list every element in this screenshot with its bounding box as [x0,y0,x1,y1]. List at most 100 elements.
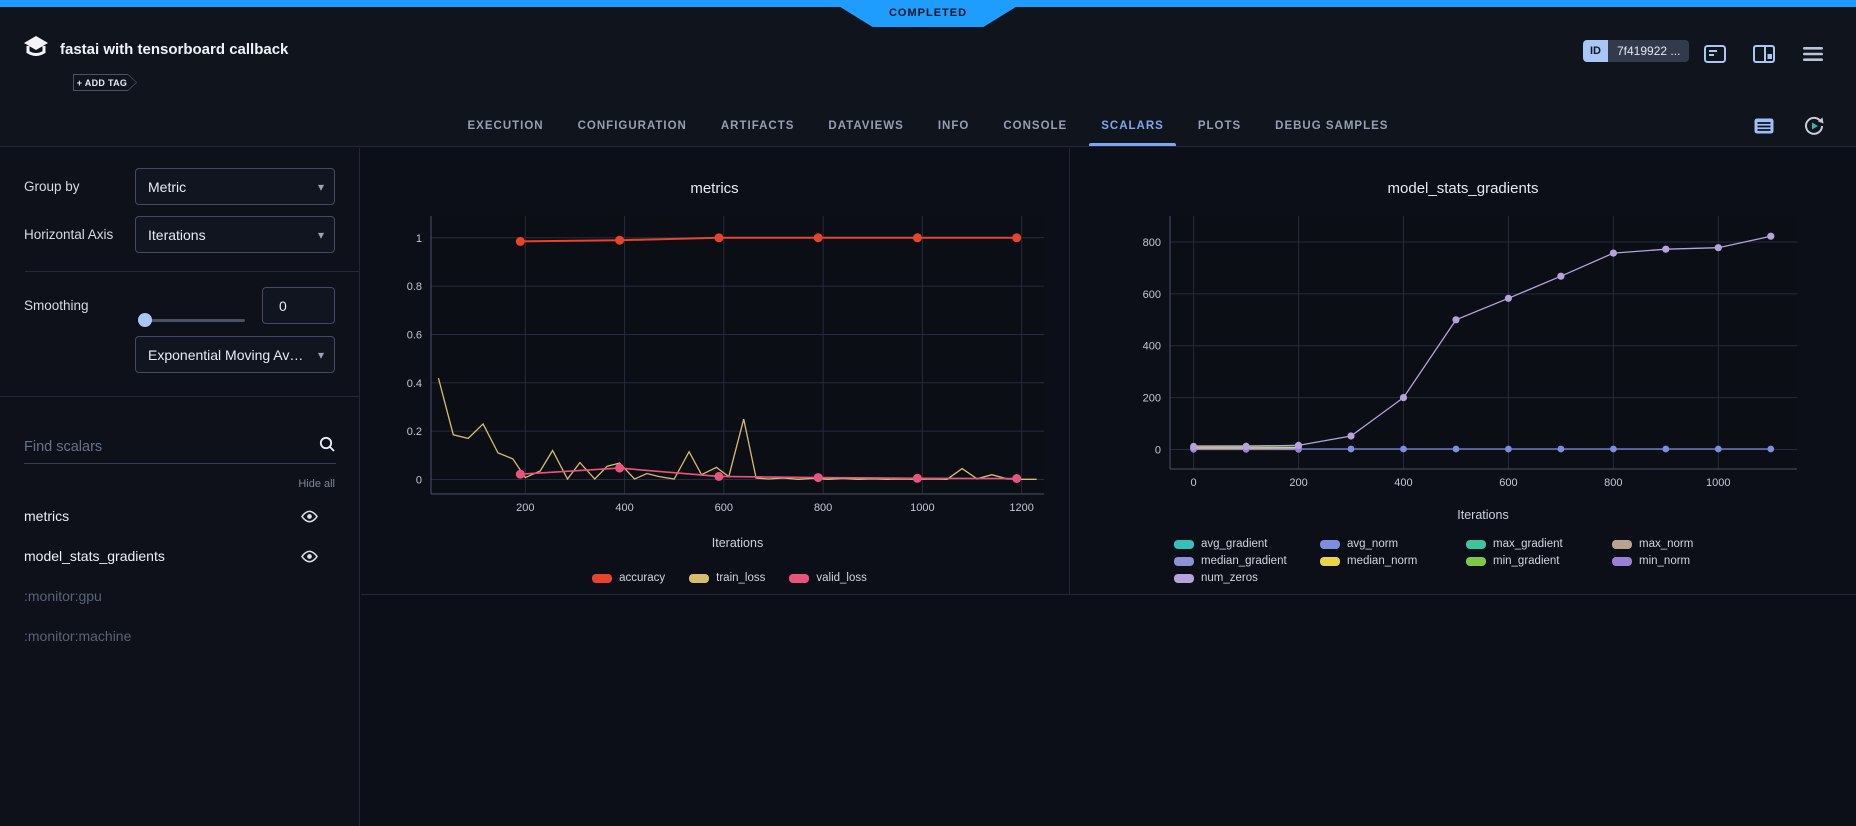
find-scalars-input[interactable] [24,439,318,455]
legend-item-num_zeros[interactable]: num_zeros [1174,572,1320,584]
scalar-row--monitor-machine[interactable]: :monitor:machine [0,616,359,656]
x-axis-label: Iterations [1070,508,1856,522]
chart-card-metrics: metrics 2004006008001000120000.20.40.60.… [361,148,1068,594]
experiment-title: fastai with tensorboard callback [60,41,288,58]
tab-debug-samples[interactable]: DEBUG SAMPLES [1273,106,1390,146]
legend-swatch [1466,540,1486,549]
legend-label: median_gradient [1201,555,1287,567]
legend-swatch [1320,540,1340,549]
slider-thumb[interactable] [138,313,152,327]
legend-swatch [1174,557,1194,566]
smoothing-value-input[interactable] [262,287,335,324]
legend-swatch [789,574,809,583]
tab-artifacts[interactable]: ARTIFACTS [719,106,797,146]
tab-info[interactable]: INFO [936,106,971,146]
x-axis-label: Iterations [361,536,1068,550]
svg-text:600: 600 [1143,289,1161,301]
legend-swatch [1174,574,1194,583]
smoothing-slider[interactable] [138,313,245,327]
svg-text:400: 400 [1143,341,1161,353]
svg-text:0.8: 0.8 [407,281,422,293]
svg-text:0.4: 0.4 [407,378,422,390]
layout-panel-icon[interactable] [1751,43,1777,65]
legend-label: min_norm [1639,555,1690,567]
legend-item-max_norm[interactable]: max_norm [1612,538,1758,550]
svg-text:1200: 1200 [1009,502,1033,514]
svg-text:400: 400 [615,502,633,514]
tab-bar: EXECUTION CONFIGURATION ARTIFACTS DATAVIEWS… [0,106,1856,146]
legend-item-max_gradient[interactable]: max_gradient [1466,538,1612,550]
tab-dataviews[interactable]: DATAVIEWS [826,106,905,146]
legend-label: median_norm [1347,555,1417,567]
legend-label: max_norm [1639,538,1693,550]
svg-text:1000: 1000 [910,502,934,514]
svg-text:600: 600 [1499,477,1517,489]
legend-item-accuracy[interactable]: accuracy [592,572,665,584]
find-scalars-field [24,430,336,464]
scalar-row-metrics[interactable]: metrics [0,496,359,536]
legend-label: accuracy [619,572,665,584]
hide-all-link[interactable]: Hide all [298,478,335,490]
chart-canvas[interactable]: 2004006008001000120000.20.40.60.81 [361,210,1068,522]
legend-item-min_norm[interactable]: min_norm [1612,555,1758,567]
menu-icon[interactable] [1800,43,1826,65]
legend-item-median_norm[interactable]: median_norm [1320,555,1466,567]
tab-execution[interactable]: EXECUTION [466,106,546,146]
scalar-list: metrics model_stats_gradients :monitor:gpu… [0,496,359,656]
scalar-row--monitor-gpu[interactable]: :monitor:gpu [0,576,359,616]
eye-icon[interactable] [300,550,319,563]
tab-console[interactable]: CONSOLE [1001,106,1069,146]
chart-legend: accuracy train_loss valid_loss [361,572,1068,584]
scalar-label: model_stats_gradients [24,548,300,564]
experiment-id-chip[interactable]: ID 7f419922 ... [1583,40,1689,62]
tab-scalars[interactable]: SCALARS [1099,106,1166,146]
chart-canvas[interactable]: 020040060080010000200400600800 [1070,210,1856,495]
svg-text:0: 0 [1155,445,1161,457]
legend-item-valid_loss[interactable]: valid_loss [789,572,867,584]
add-tag-button[interactable]: + ADD TAG [73,74,137,91]
chevron-down-icon: ▾ [318,228,324,242]
svg-text:0: 0 [416,474,422,486]
legend-label: num_zeros [1201,572,1258,584]
group-by-select[interactable]: Metric ▾ [135,168,335,205]
legend-item-median_gradient[interactable]: median_gradient [1174,555,1320,567]
auto-refresh-icon[interactable] [1800,114,1828,138]
legend-label: valid_loss [816,572,867,584]
legend-label: min_gradient [1493,555,1559,567]
svg-text:200: 200 [1143,393,1161,405]
svg-text:600: 600 [715,502,733,514]
eye-icon[interactable] [300,510,319,523]
chart-legend: avg_gradientavg_norm max_gradient max_norm… [1174,538,1758,584]
legend-label: max_gradient [1493,538,1563,550]
legend-swatch [1174,540,1194,549]
chevron-down-icon: ▾ [318,180,324,194]
add-tag-label: + ADD TAG [77,78,133,88]
id-label: ID [1583,40,1608,62]
tab-plots[interactable]: PLOTS [1196,106,1243,146]
smoothing-method-select[interactable]: Exponential Moving Av… ▾ [135,336,335,373]
legend-swatch [1612,557,1632,566]
legend-item-avg_norm[interactable]: avg_norm [1320,538,1466,550]
charts-panel: metrics 2004006008001000120000.20.40.60.… [361,148,1856,595]
smoothing-method-value: Exponential Moving Av… [148,347,312,363]
legend-item-min_gradient[interactable]: min_gradient [1466,555,1612,567]
output-console-icon[interactable] [1702,43,1728,65]
tab-configuration[interactable]: CONFIGURATION [576,106,689,146]
group-by-label: Group by [24,179,80,194]
scalar-row-model-stats-gradients[interactable]: model_stats_gradients [0,536,359,576]
legend-swatch [592,574,612,583]
svg-text:200: 200 [516,502,534,514]
table-view-icon[interactable] [1750,114,1778,138]
svg-text:0.6: 0.6 [407,329,422,341]
divider [25,271,359,272]
svg-text:800: 800 [814,502,832,514]
legend-item-train_loss[interactable]: train_loss [689,572,765,584]
horizontal-axis-value: Iterations [148,227,312,243]
scalar-label: metrics [24,508,300,524]
svg-text:800: 800 [1604,477,1622,489]
chevron-down-icon: ▾ [318,348,324,362]
legend-item-avg_gradient[interactable]: avg_gradient [1174,538,1320,550]
search-icon[interactable] [318,435,336,458]
horizontal-axis-select[interactable]: Iterations ▾ [135,216,335,253]
header: fastai with tensorboard callback + ADD T… [0,7,1856,147]
